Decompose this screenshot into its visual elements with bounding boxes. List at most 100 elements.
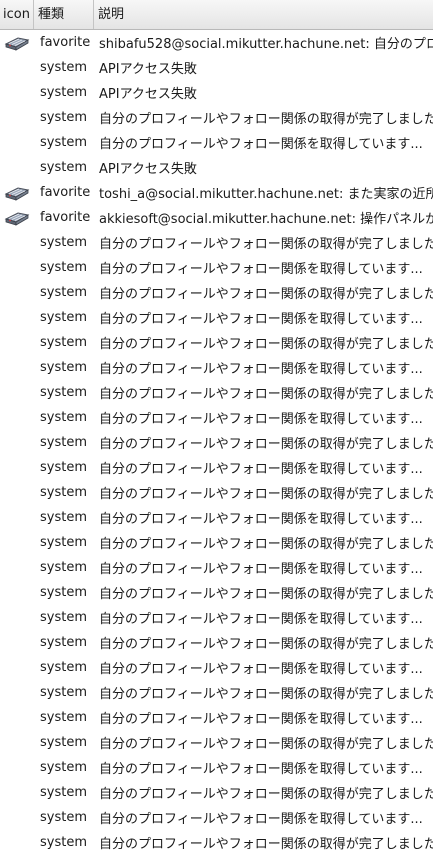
row-kind: system [40, 485, 87, 500]
table-row[interactable]: system 自分のプロフィールやフォロー関係の取得が完了しました [0, 580, 433, 605]
row-kind: system [40, 310, 87, 325]
table-row[interactable]: system 自分のプロフィールやフォロー関係を取得しています... [0, 255, 433, 280]
row-description: 自分のプロフィールやフォロー関係の取得が完了しました [99, 687, 433, 702]
row-description: 自分のプロフィールやフォロー関係の取得が完了しました [99, 837, 433, 852]
row-icon-cell [0, 655, 34, 680]
row-description: 自分のプロフィールやフォロー関係を取得しています... [99, 762, 423, 777]
row-description: 自分のプロフィールやフォロー関係を取得しています... [99, 712, 423, 727]
row-icon-cell [0, 830, 34, 855]
row-description: 自分のプロフィールやフォロー関係の取得が完了しました [99, 337, 433, 352]
row-icon-cell [0, 555, 34, 580]
table-row[interactable]: favorite akkiesoft@social.mikutter.hachun… [0, 205, 433, 230]
row-kind: system [40, 385, 87, 400]
row-description: 自分のプロフィールやフォロー関係の取得が完了しました [99, 487, 433, 502]
row-description: shibafu528@social.mikutter.hachune.net: … [99, 37, 433, 52]
row-icon-cell [0, 605, 34, 630]
row-kind: favorite [40, 35, 91, 50]
table-row[interactable]: favorite toshi_a@social.mikutter.hachune.… [0, 180, 433, 205]
table-row[interactable]: system 自分のプロフィールやフォロー関係を取得しています... [0, 805, 433, 830]
row-kind: system [40, 535, 87, 550]
table-row[interactable]: system 自分のプロフィールやフォロー関係を取得しています... [0, 130, 433, 155]
row-kind: system [40, 60, 87, 75]
column-header-icon[interactable]: icon [0, 0, 34, 29]
row-icon-cell [0, 280, 34, 305]
row-description: 自分のプロフィールやフォロー関係の取得が完了しました [99, 587, 433, 602]
table-row[interactable]: system 自分のプロフィールやフォロー関係を取得しています... [0, 405, 433, 430]
row-description: akkiesoft@social.mikutter.hachune.net: 操… [99, 212, 433, 227]
row-icon-cell [0, 480, 34, 505]
column-header-description[interactable]: 説明 [94, 0, 433, 29]
table-row[interactable]: system 自分のプロフィールやフォロー関係を取得しています... [0, 705, 433, 730]
table-row[interactable]: system 自分のプロフィールやフォロー関係の取得が完了しました [0, 480, 433, 505]
row-description: 自分のプロフィールやフォロー関係の取得が完了しました [99, 637, 433, 652]
table-row[interactable]: system 自分のプロフィールやフォロー関係の取得が完了しました [0, 230, 433, 255]
table-row[interactable]: system 自分のプロフィールやフォロー関係を取得しています... [0, 455, 433, 480]
table-row[interactable]: system 自分のプロフィールやフォロー関係の取得が完了しました [0, 680, 433, 705]
row-kind: system [40, 660, 87, 675]
row-kind: system [40, 135, 87, 150]
row-kind: system [40, 435, 87, 450]
row-kind: system [40, 360, 87, 375]
row-icon-cell [0, 755, 34, 780]
row-icon-cell [0, 780, 34, 805]
table-row[interactable]: system 自分のプロフィールやフォロー関係の取得が完了しました [0, 430, 433, 455]
row-description: 自分のプロフィールやフォロー関係を取得しています... [99, 412, 423, 427]
row-icon-cell [0, 705, 34, 730]
table-row[interactable]: system 自分のプロフィールやフォロー関係を取得しています... [0, 605, 433, 630]
favorite-icon [4, 210, 30, 226]
row-icon-cell [0, 680, 34, 705]
row-icon-cell [0, 505, 34, 530]
row-kind: system [40, 810, 87, 825]
row-icon-cell [0, 205, 34, 230]
table-row[interactable]: system 自分のプロフィールやフォロー関係の取得が完了しました [0, 330, 433, 355]
row-kind: system [40, 735, 87, 750]
row-description: 自分のプロフィールやフォロー関係を取得しています... [99, 462, 423, 477]
table-row[interactable]: system 自分のプロフィールやフォロー関係の取得が完了しました [0, 780, 433, 805]
row-description: 自分のプロフィールやフォロー関係の取得が完了しました [99, 112, 433, 127]
table-row[interactable]: system APIアクセス失敗 [0, 80, 433, 105]
table-row[interactable]: system APIアクセス失敗 [0, 155, 433, 180]
table-row[interactable]: system 自分のプロフィールやフォロー関係の取得が完了しました [0, 105, 433, 130]
row-icon-cell [0, 355, 34, 380]
row-kind: system [40, 110, 87, 125]
row-description: APIアクセス失敗 [99, 87, 197, 102]
row-kind: system [40, 610, 87, 625]
table-row[interactable]: system 自分のプロフィールやフォロー関係の取得が完了しました [0, 730, 433, 755]
column-header-kind[interactable]: 種類 [34, 0, 94, 29]
row-icon-cell [0, 155, 34, 180]
row-description: 自分のプロフィールやフォロー関係の取得が完了しました [99, 287, 433, 302]
row-kind: favorite [40, 185, 91, 200]
table-row[interactable]: system 自分のプロフィールやフォロー関係の取得が完了しました [0, 380, 433, 405]
table-row[interactable]: system 自分のプロフィールやフォロー関係を取得しています... [0, 355, 433, 380]
row-icon-cell [0, 55, 34, 80]
table-row[interactable]: favorite shibafu528@social.mikutter.hachu… [0, 30, 433, 55]
row-kind: system [40, 585, 87, 600]
row-kind: system [40, 460, 87, 475]
row-kind: system [40, 635, 87, 650]
row-icon-cell [0, 630, 34, 655]
table-row[interactable]: system 自分のプロフィールやフォロー関係を取得しています... [0, 555, 433, 580]
row-description: 自分のプロフィールやフォロー関係の取得が完了しました [99, 437, 433, 452]
row-icon-cell [0, 305, 34, 330]
row-description: APIアクセス失敗 [99, 62, 197, 77]
table-row[interactable]: system 自分のプロフィールやフォロー関係の取得が完了しました [0, 530, 433, 555]
table-row[interactable]: system APIアクセス失敗 [0, 55, 433, 80]
row-kind: system [40, 835, 87, 850]
table-row[interactable]: system 自分のプロフィールやフォロー関係の取得が完了しました [0, 830, 433, 855]
table-row[interactable]: system 自分のプロフィールやフォロー関係を取得しています... [0, 305, 433, 330]
row-description: 自分のプロフィールやフォロー関係を取得しています... [99, 262, 423, 277]
row-kind: system [40, 260, 87, 275]
table-row[interactable]: system 自分のプロフィールやフォロー関係の取得が完了しました [0, 630, 433, 655]
table-row[interactable]: system 自分のプロフィールやフォロー関係の取得が完了しました [0, 280, 433, 305]
table-body: favorite shibafu528@social.mikutter.hachu… [0, 30, 433, 855]
table-row[interactable]: system 自分のプロフィールやフォロー関係を取得しています... [0, 505, 433, 530]
table-row[interactable]: system 自分のプロフィールやフォロー関係を取得しています... [0, 655, 433, 680]
table-row[interactable]: system 自分のプロフィールやフォロー関係を取得しています... [0, 755, 433, 780]
favorite-icon [4, 35, 30, 51]
row-icon-cell [0, 530, 34, 555]
row-icon-cell [0, 805, 34, 830]
table-header: icon 種類 説明 [0, 0, 433, 30]
row-kind: system [40, 560, 87, 575]
row-icon-cell [0, 330, 34, 355]
row-kind: system [40, 335, 87, 350]
